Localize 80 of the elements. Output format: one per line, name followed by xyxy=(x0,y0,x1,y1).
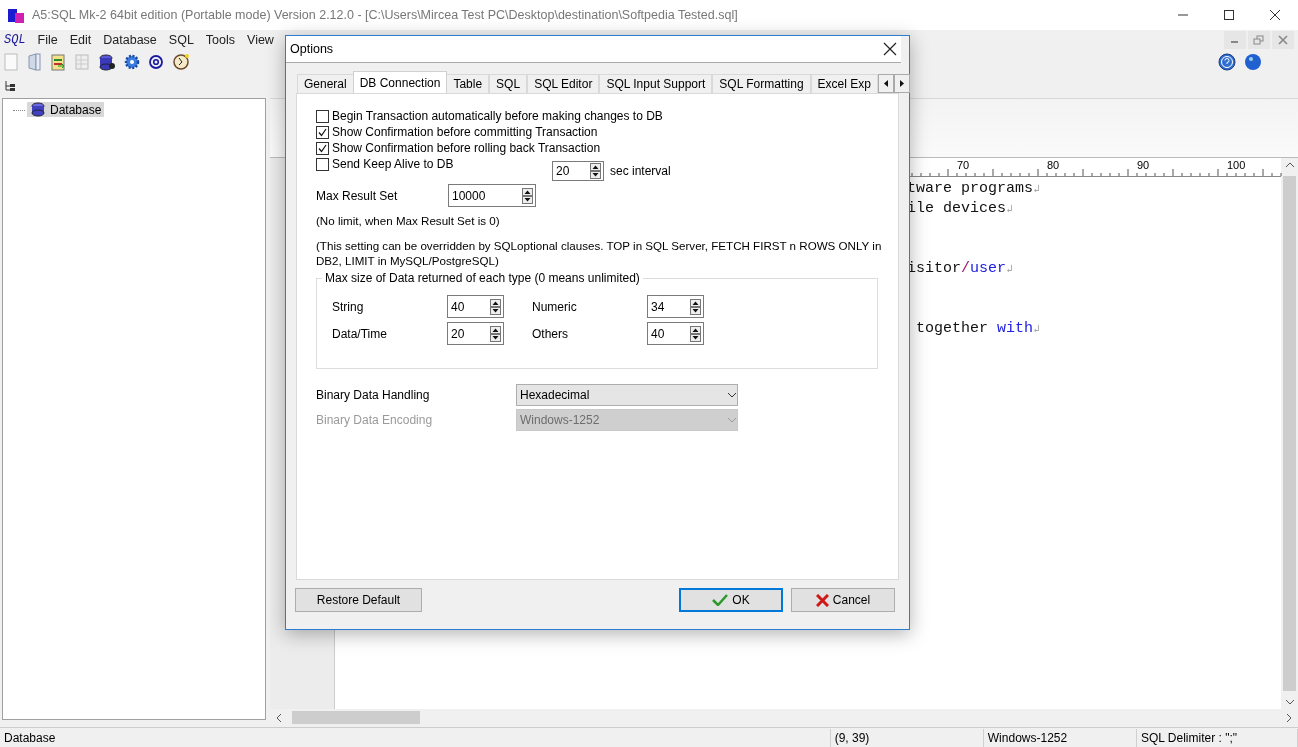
ruler-number: 70 xyxy=(957,159,970,171)
menu-item[interactable]: File xyxy=(31,33,64,47)
ok-button[interactable]: OK xyxy=(679,588,783,612)
ruler-number: 100 xyxy=(1227,159,1246,171)
checkmark-icon xyxy=(712,594,729,606)
tab[interactable]: DB Connection xyxy=(352,71,448,93)
checkbox[interactable]: Begin Transaction automatically before making changes to DB xyxy=(316,108,663,124)
spin-arrows-icon[interactable] xyxy=(490,298,501,315)
database-icon[interactable] xyxy=(98,53,116,71)
clipboard-icon[interactable] xyxy=(50,53,66,71)
status-field: (9, 39) xyxy=(830,729,984,747)
menu-item[interactable]: Tools xyxy=(199,33,242,47)
close-icon[interactable] xyxy=(1269,9,1281,21)
code-line: tware programs↲ xyxy=(907,180,1040,197)
spin-field[interactable]: 10000 xyxy=(448,184,536,207)
checkbox[interactable]: Show Confirmation before rolling back Transaction xyxy=(316,140,601,156)
spin-field[interactable]: 40 xyxy=(447,295,504,318)
tab[interactable]: General xyxy=(297,74,354,93)
cross-icon xyxy=(815,593,829,607)
field-label: Others xyxy=(532,326,569,341)
status-field: SQL Delimiter : ";" xyxy=(1136,729,1298,747)
ruler-number: 90 xyxy=(1137,159,1150,171)
gear-icon[interactable] xyxy=(124,54,140,70)
tab[interactable]: SQL Editor xyxy=(527,74,600,93)
note-text: (No limit, when Max Result Set is 0) xyxy=(316,213,501,228)
maximize-icon[interactable] xyxy=(1223,9,1235,21)
field-label: Numeric xyxy=(532,299,578,314)
tab[interactable]: Table xyxy=(446,74,490,93)
chevron-down-icon xyxy=(727,390,737,399)
note-text: (This setting can be overridden by SQLoptional clauses. TOP in SQL Server, FETCH FIRST n ROWS ONLY in DB2, LIMIT in MySQL/PostgreSQL) xyxy=(316,238,883,268)
scroll-left-icon[interactable] xyxy=(274,711,284,724)
close-icon[interactable] xyxy=(883,42,897,56)
spin-field[interactable]: 34 xyxy=(647,295,704,318)
field-label: Max Result Set xyxy=(316,188,399,203)
status-field: Windows-1252 xyxy=(983,729,1137,747)
ruler-number: 80 xyxy=(1047,159,1060,171)
scroll-right-icon[interactable] xyxy=(1284,711,1294,724)
help-icon[interactable] xyxy=(1218,53,1236,71)
code-line: isitor/user↲ xyxy=(907,260,1013,277)
globe-icon[interactable] xyxy=(1244,53,1262,71)
tab[interactable]: SQL Input Support xyxy=(599,74,713,93)
menu-item[interactable]: View xyxy=(241,33,280,47)
spin-arrows-icon[interactable] xyxy=(590,163,601,179)
field-label: Binary Data Handling xyxy=(316,387,431,402)
menu-item[interactable]: Edit xyxy=(63,33,98,47)
checkbox[interactable]: Send Keep Alive to DB xyxy=(316,156,454,172)
tree-item[interactable]: Database xyxy=(27,102,105,117)
spin-arrows-icon[interactable] xyxy=(690,298,701,315)
spin-field[interactable]: 40 xyxy=(647,322,704,345)
cancel-button[interactable]: Cancel xyxy=(791,588,895,612)
field-label: String xyxy=(332,299,365,314)
dropdown[interactable]: Hexadecimal xyxy=(516,383,738,406)
tab[interactable]: SQL Formatting xyxy=(712,74,811,93)
scrollbar-thumb[interactable] xyxy=(1283,176,1296,691)
code-line: together with↲ xyxy=(916,320,1040,337)
app-logo-icon xyxy=(8,7,24,23)
field-label: Binary Data Encoding xyxy=(316,412,434,427)
tab[interactable]: Excel Exp xyxy=(810,74,878,93)
spin-arrows-icon[interactable] xyxy=(690,325,701,342)
menu-item[interactable]: SQL xyxy=(162,33,200,47)
dialog-title: Options xyxy=(290,42,334,56)
window-title: A5:SQL Mk-2 64bit edition (Portable mode) Version 2.12.0 - [C:\Users\Mircea Test PC\Desktop\destination\Softpedia Tested.sql] xyxy=(32,8,738,22)
database-icon xyxy=(30,102,46,117)
group-title: Max size of Data returned of each type (0 means unlimited) xyxy=(322,271,643,285)
spin-arrows-icon[interactable] xyxy=(522,187,533,204)
clock-icon[interactable] xyxy=(172,53,190,71)
menu-item[interactable]: Database xyxy=(97,33,163,47)
unit-label: sec interval xyxy=(610,164,671,178)
status-field: Database xyxy=(0,729,831,747)
sql-logo: SQL xyxy=(4,33,26,47)
spin-field[interactable]: 20 xyxy=(552,161,604,181)
scrollbar-thumb[interactable] xyxy=(292,711,420,724)
tab[interactable]: SQL xyxy=(489,74,528,93)
checkbox[interactable]: Show Confirmation before committing Transaction xyxy=(316,124,598,140)
chevron-down-icon xyxy=(727,415,737,424)
field-label: Data/Time xyxy=(332,326,388,341)
tree-view-icon[interactable] xyxy=(4,80,16,92)
spin-arrows-icon[interactable] xyxy=(490,325,501,342)
spin-field[interactable]: 20 xyxy=(447,322,504,345)
restore-default-button[interactable]: Restore Default xyxy=(295,588,422,612)
